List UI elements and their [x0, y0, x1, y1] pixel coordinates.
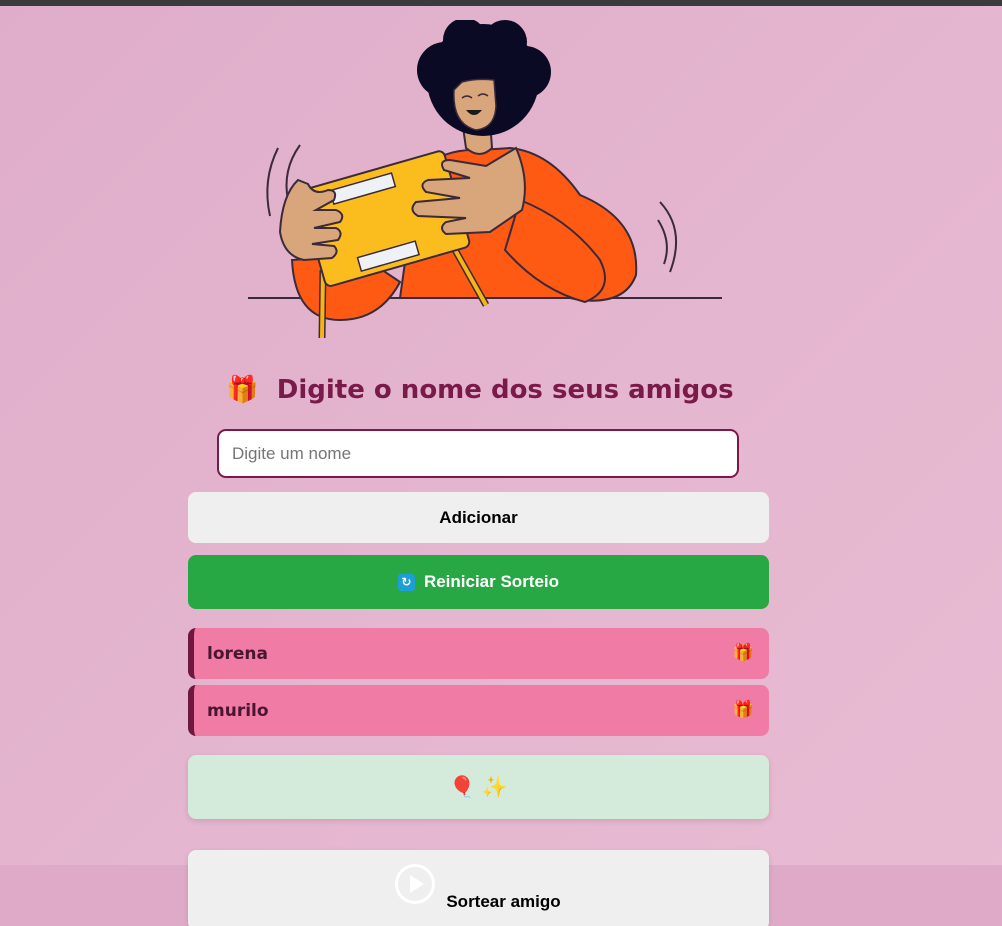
draw-friend-button[interactable]: Sortear amigo: [188, 850, 769, 926]
window-top-edge: [0, 0, 1002, 6]
gift-icon: 🎁: [732, 700, 754, 720]
refresh-icon: ↻: [397, 573, 415, 591]
gift-icon: 🎁: [226, 375, 259, 405]
gift-icon: 🎁: [732, 643, 754, 663]
add-button[interactable]: Adicionar: [188, 492, 769, 543]
friend-name: lorena: [207, 643, 268, 664]
friend-list-item: murilo 🎁: [188, 685, 769, 736]
draw-friend-button-label: Sortear amigo: [446, 892, 561, 911]
reset-draw-button-label: Reiniciar Sorteio: [423, 572, 560, 591]
page-title-text: Digite o nome dos seus amigos: [276, 375, 734, 405]
friend-name: murilo: [207, 700, 269, 721]
person-opening-gift-illustration: [248, 20, 722, 339]
add-button-label: Adicionar: [439, 507, 518, 527]
page-title: 🎁 Digite o nome dos seus amigos: [180, 368, 780, 412]
draw-result-box: 🎈 ✨: [188, 755, 769, 819]
reset-draw-button[interactable]: ↻ Reiniciar Sorteio: [188, 555, 769, 609]
draw-result-text: 🎈 ✨: [449, 774, 508, 799]
friend-list-item: lorena 🎁: [188, 628, 769, 679]
friend-name-input[interactable]: [217, 429, 739, 478]
